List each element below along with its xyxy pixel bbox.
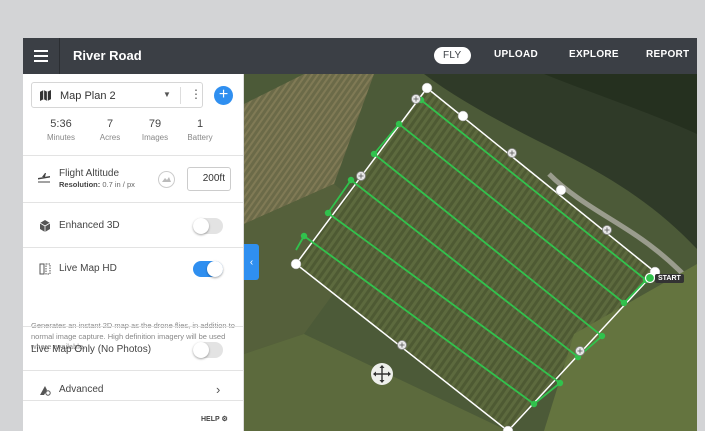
stat-label: Minutes — [46, 133, 75, 142]
advanced-label[interactable]: Advanced — [59, 384, 103, 395]
tab-fly[interactable]: FLY — [434, 47, 471, 64]
cube-icon — [39, 220, 51, 232]
stat-label: Acres — [99, 133, 121, 142]
stat-value: 7 — [106, 118, 114, 130]
chevron-down-icon[interactable]: ▼ — [163, 90, 171, 99]
add-vertex-icon — [411, 94, 421, 104]
toggle-knob — [207, 261, 223, 277]
enhanced-3d-label: Enhanced 3D — [59, 220, 120, 231]
resolution-label: Resolution: — [59, 180, 101, 189]
live-map-only-toggle[interactable] — [193, 342, 223, 358]
live-map-only-label: Live Map Only (No Photos) — [31, 344, 152, 355]
stat-battery: 1 Battery — [180, 118, 220, 142]
terrain-icon — [162, 177, 171, 182]
plan-selector[interactable]: Map Plan 2 ▼ ⋮ — [31, 82, 203, 108]
stat-images: 79 Images — [135, 118, 175, 142]
add-vertex-icon — [397, 340, 407, 350]
menu-button[interactable] — [23, 38, 60, 74]
stat-label: Images — [141, 133, 169, 142]
tab-explore[interactable]: EXPLORE — [569, 49, 619, 60]
chevron-left-icon: ‹ — [249, 256, 254, 268]
altitude-input[interactable]: 200ft — [187, 167, 231, 191]
add-vertex-icon — [356, 171, 366, 181]
resolution-value: 0.7 in / px — [102, 180, 135, 189]
app-window: River Road FLY UPLOAD EXPLORE REPORT Map… — [23, 38, 697, 431]
hamburger-icon — [34, 55, 48, 57]
boundary-vertex — [457, 110, 469, 122]
live-map-hd-label: Live Map HD — [59, 263, 117, 274]
divider — [23, 247, 243, 248]
tab-report[interactable]: REPORT — [646, 49, 689, 60]
stat-value: 5:36 — [50, 118, 72, 130]
enhanced-3d-toggle[interactable] — [193, 218, 223, 234]
move-icon[interactable] — [371, 363, 393, 385]
map-canvas — [244, 74, 697, 431]
stat-acres: 7 Acres — [90, 118, 130, 142]
project-title: River Road — [73, 48, 142, 63]
help-button[interactable]: HELP ⚙ — [201, 415, 228, 423]
boundary-vertex — [555, 184, 567, 196]
altitude-label: Flight Altitude — [59, 168, 120, 179]
add-vertex-icon — [602, 225, 612, 235]
add-vertex-icon — [575, 346, 585, 356]
add-plan-button[interactable]: + — [214, 86, 233, 105]
help-label: HELP — [201, 416, 220, 423]
chevron-right-icon[interactable]: › — [216, 382, 220, 397]
plan-name: Map Plan 2 — [60, 90, 116, 102]
toggle-knob — [193, 342, 209, 358]
stat-value: 1 — [196, 118, 204, 130]
map-icon — [40, 90, 51, 101]
tab-upload[interactable]: UPLOAD — [494, 49, 538, 60]
divider — [23, 326, 243, 327]
boundary-vertex — [421, 82, 433, 94]
stat-minutes: 5:36 Minutes — [41, 118, 81, 142]
divider — [23, 400, 243, 401]
live-map-icon — [39, 263, 51, 275]
advanced-settings-icon — [40, 386, 51, 396]
divider — [180, 87, 181, 104]
more-options-icon[interactable]: ⋮ — [190, 88, 202, 100]
gear-icon: ⚙ — [221, 416, 228, 423]
toggle-knob — [193, 218, 209, 234]
divider — [23, 155, 243, 156]
airplane-icon — [38, 173, 50, 183]
start-label: START — [655, 274, 684, 283]
stat-label: Battery — [187, 133, 213, 142]
start-marker — [644, 272, 656, 284]
divider — [23, 370, 243, 371]
divider — [23, 202, 243, 203]
map-view[interactable] — [244, 74, 697, 431]
sidebar: Map Plan 2 ▼ ⋮ + 5:36 Minutes 7 Acres 79… — [23, 74, 244, 431]
live-map-hd-toggle[interactable] — [193, 261, 223, 277]
top-bar: River Road FLY UPLOAD EXPLORE REPORT — [23, 38, 697, 74]
stat-value: 79 — [148, 118, 162, 130]
collapse-sidebar-button[interactable]: ‹ — [244, 244, 259, 280]
altitude-mode-button[interactable] — [158, 171, 175, 188]
add-vertex-icon — [507, 148, 517, 158]
resolution-text: Resolution: 0.7 in / px — [59, 180, 135, 189]
boundary-vertex — [290, 258, 302, 270]
